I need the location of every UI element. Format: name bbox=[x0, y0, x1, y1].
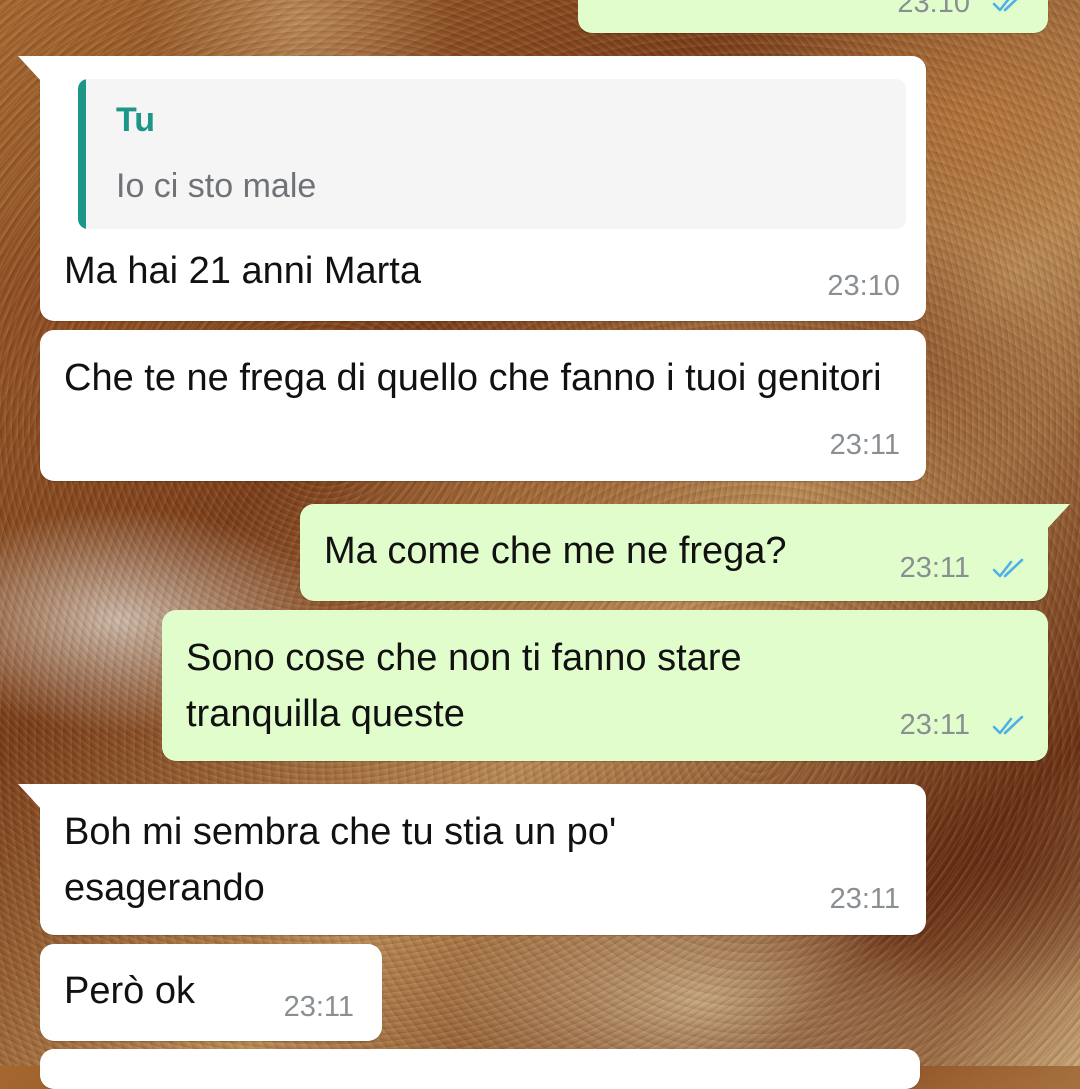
bubble-tail bbox=[1046, 504, 1070, 530]
message-text: Ma come che me ne frega? bbox=[324, 530, 787, 572]
message-bubble-outgoing[interactable]: 23:10 bbox=[578, 0, 1048, 33]
message-bubble-incoming[interactable]: Che te ne frega di quello che fanno i tu… bbox=[40, 330, 926, 481]
message-bubble-incoming[interactable] bbox=[40, 1049, 920, 1089]
quoted-text: Io ci sto male bbox=[116, 167, 317, 205]
message-timestamp: 23:10 bbox=[827, 270, 900, 302]
double-check-icon bbox=[992, 715, 1024, 735]
double-check-icon bbox=[992, 558, 1024, 578]
quoted-author: Tu bbox=[116, 101, 156, 139]
message-text: Boh mi sembra che tu stia un po' esagera… bbox=[64, 811, 627, 909]
chat-screen: { "colors": { "incoming_bubble": "#fffff… bbox=[0, 0, 1080, 1089]
message-timestamp: 23:11 bbox=[283, 991, 354, 1023]
message-timestamp: 23:11 bbox=[829, 883, 900, 915]
bubble-tail bbox=[18, 56, 42, 82]
double-check-icon bbox=[992, 0, 1018, 12]
bubble-tail bbox=[18, 784, 42, 810]
message-bubble-incoming[interactable]: Però ok 23:11 bbox=[40, 944, 382, 1041]
message-text: Ma hai 21 anni Marta bbox=[64, 250, 421, 292]
message-timestamp: 23:11 bbox=[899, 552, 970, 584]
message-bubble-outgoing[interactable]: Sono cose che non ti fanno stare tranqui… bbox=[162, 610, 1048, 761]
message-bubble-incoming[interactable]: Boh mi sembra che tu stia un po' esagera… bbox=[18, 784, 926, 935]
quote-accent-bar bbox=[78, 79, 86, 229]
message-timestamp: 23:11 bbox=[899, 709, 970, 741]
message-text: Però ok bbox=[64, 970, 195, 1012]
message-text: Sono cose che non ti fanno stare tranqui… bbox=[186, 637, 753, 735]
message-bubble-outgoing[interactable]: Ma come che me ne frega? 23:11 bbox=[300, 504, 1070, 601]
message-bubble-incoming-reply[interactable]: Tu Io ci sto male Ma hai 21 anni Marta 2… bbox=[18, 56, 926, 321]
message-text: Che te ne frega di quello che fanno i tu… bbox=[64, 357, 882, 399]
message-timestamp: 23:10 bbox=[897, 0, 970, 19]
quoted-message[interactable]: Tu Io ci sto male bbox=[78, 79, 906, 229]
message-timestamp: 23:11 bbox=[829, 429, 900, 461]
